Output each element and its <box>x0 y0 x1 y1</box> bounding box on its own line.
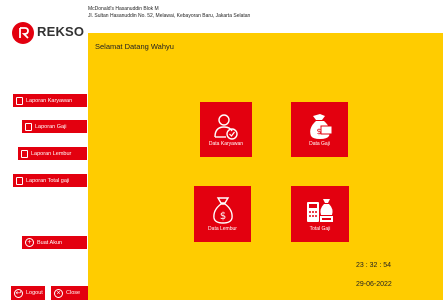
money-bag-icon: $ <box>212 197 233 224</box>
total-gaji-tile[interactable]: Total Gaji <box>291 186 349 242</box>
data-gaji-tile[interactable]: $ Data Gaji <box>291 102 348 157</box>
laporan-karyawan-button[interactable]: Laporan Karyawan <box>13 94 87 107</box>
data-lembur-tile[interactable]: $ Data Lembur <box>194 186 251 242</box>
main-panel <box>88 33 443 300</box>
data-lembur-label: Data Lembur <box>208 226 237 232</box>
laporan-lembur-button[interactable]: Laporan Lembur <box>18 147 87 160</box>
laporan-lembur-label: Laporan Lembur <box>31 150 72 157</box>
company-name: REKSO <box>37 24 85 39</box>
clock-time: 23 : 32 : 54 <box>356 262 392 269</box>
buat-akun-button[interactable]: + Buat Akun <box>22 236 87 249</box>
close-label: Close <box>66 290 81 296</box>
rekso-logo-icon <box>12 22 34 44</box>
laporan-karyawan-label: Laporan Karyawan <box>26 97 73 104</box>
report-icon <box>16 96 23 105</box>
plus-circle-icon: + <box>25 238 34 247</box>
laporan-total-gaji-button[interactable]: Laporan Total gaji <box>13 174 87 187</box>
close-icon: × <box>54 288 63 298</box>
data-karyawan-label: Data Karyawan <box>208 141 244 147</box>
laporan-gaji-button[interactable]: Laporan Gaji <box>22 120 87 133</box>
svg-text:$: $ <box>316 127 321 136</box>
welcome-text: Selamat Datang Wahyu <box>95 42 174 51</box>
logout-button[interactable]: ↩ Logout <box>11 286 45 300</box>
logout-label: Logout <box>26 290 43 296</box>
report-icon <box>25 122 32 131</box>
data-karyawan-tile[interactable]: Data Karyawan <box>200 102 252 157</box>
laporan-total-gaji-label: Laporan Total gaji <box>26 177 70 184</box>
clock-date: 29-06-2022 <box>356 281 392 288</box>
employee-icon <box>214 114 238 140</box>
address-line-1: McDonald's Hasanuddin Blok M <box>88 6 159 12</box>
logout-icon: ↩ <box>14 288 23 298</box>
report-icon <box>16 176 23 185</box>
close-button[interactable]: × Close <box>51 286 88 300</box>
svg-text:$: $ <box>219 211 225 222</box>
address-line-2: Jl. Sultan Hasanuddin No. 52, Melawai, K… <box>88 13 251 19</box>
report-icon <box>21 149 28 158</box>
data-gaji-label: Data Gaji <box>309 141 330 147</box>
laporan-gaji-label: Laporan Gaji <box>35 123 67 130</box>
salary-bag-icon: $ <box>309 114 332 139</box>
buat-akun-label: Buat Akun <box>37 239 63 246</box>
calculator-money-icon <box>307 199 333 222</box>
total-gaji-label: Total Gaji <box>309 226 331 232</box>
